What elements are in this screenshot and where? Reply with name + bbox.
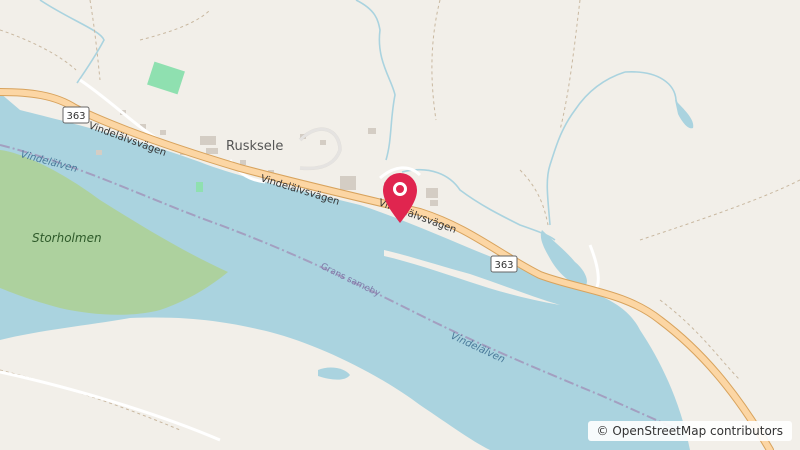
minor-roads-casing [298,127,342,171]
place-label: Rusksele [226,139,283,154]
park-north [147,61,185,95]
island-label: Storholmen [32,231,102,245]
park-small [196,182,203,192]
map-view[interactable]: 363 363 Vindelälvsvägen Vindelälvsvägen … [0,0,800,450]
attribution-text[interactable]: © OpenStreetMap contributors [587,421,792,441]
pond-northeast [675,100,694,129]
road-shield-west: 363 [62,106,90,124]
road-shield-east: 363 [490,255,518,273]
svg-text:363: 363 [494,260,513,271]
map-canvas[interactable]: 363 363 Vindelälvsvägen Vindelälvsvägen … [0,0,800,450]
svg-text:363: 363 [66,111,85,122]
